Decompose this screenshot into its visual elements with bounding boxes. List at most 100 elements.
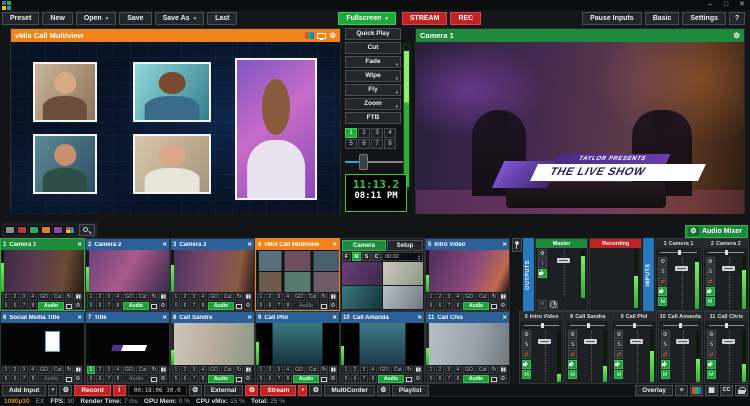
input-thumbnail[interactable] (256, 323, 339, 365)
stinger-5-button[interactable]: 5 (345, 139, 357, 149)
layer-2-button[interactable]: 2 (266, 366, 274, 374)
input-header[interactable]: 2 Camera 2 ✕ (86, 239, 169, 250)
record-settings-gear-icon[interactable]: ⚙ (59, 385, 72, 396)
volume-fader[interactable] (580, 331, 601, 381)
chevron-down-icon[interactable]: ▾ (396, 60, 398, 70)
input-header[interactable]: 5 Intro Video ✕ (426, 239, 509, 250)
layer-3-button[interactable]: 3 (275, 366, 283, 374)
layer-6-button[interactable]: 6 (436, 302, 444, 310)
mode-m-button[interactable]: M (352, 252, 361, 261)
mute-button[interactable]: M (706, 297, 715, 306)
pan-handle[interactable] (587, 323, 590, 328)
volume-fader[interactable] (534, 331, 555, 381)
playlist-settings-gear-icon[interactable]: ⚙ (377, 385, 390, 396)
cut-button[interactable]: Cut (345, 42, 401, 54)
layer-1-button[interactable]: 1 (427, 293, 435, 301)
layer-6-button[interactable]: 6 (266, 302, 274, 310)
go-button[interactable]: GO (208, 293, 221, 301)
layer-7-button[interactable]: 7 (20, 302, 28, 310)
volume-fader[interactable] (670, 258, 692, 308)
pause-icon[interactable]: ▮▮ (74, 293, 82, 301)
speaker-icon[interactable] (661, 360, 670, 369)
layer-6-button[interactable]: 6 (96, 302, 104, 310)
fader-handle[interactable] (584, 339, 597, 344)
layer-8-button[interactable]: 8 (29, 375, 37, 383)
layer-3-button[interactable]: 3 (275, 293, 283, 301)
layer-7-button[interactable]: 7 (105, 375, 113, 383)
mode-c-button[interactable]: C (372, 252, 381, 261)
loop-icon[interactable]: ↻ (235, 366, 243, 374)
monitor-icon[interactable] (150, 302, 158, 310)
basic-button[interactable]: Basic (645, 12, 680, 25)
speaker-icon[interactable] (568, 360, 577, 369)
pan-slider[interactable] (663, 322, 698, 329)
solo-button[interactable]: S (614, 340, 623, 349)
layer-3-button[interactable]: 3 (105, 366, 113, 374)
loop-icon[interactable]: ↻ (490, 366, 498, 374)
layer-4-button[interactable]: 4 (114, 366, 122, 374)
close-input-icon[interactable]: ✕ (247, 315, 252, 321)
input-tile[interactable]: 7 Title ✕ 1 2 3 4 GO C (85, 311, 170, 384)
layer-8-button[interactable]: 8 (114, 375, 122, 383)
monitor-icon[interactable] (490, 375, 498, 383)
search-button[interactable] (79, 224, 95, 236)
layer-4-button[interactable]: 4 (199, 293, 207, 301)
gear-icon[interactable]: ⚙ (499, 375, 507, 383)
pan-handle[interactable] (725, 323, 728, 328)
monitor-icon[interactable] (235, 302, 243, 310)
layer-5-button[interactable]: 5 (427, 375, 435, 383)
gear-icon[interactable]: ⚙ (74, 302, 82, 310)
layer-7-button[interactable]: 7 (105, 302, 113, 310)
zoom-button[interactable]: Zoom▾ (345, 98, 401, 110)
go-button[interactable]: GO (293, 366, 306, 374)
stream-settings-gear-icon[interactable]: ⚙ (245, 385, 258, 396)
input-header[interactable]: 11 Call Chis ✕ (426, 312, 509, 323)
monitor-icon[interactable] (405, 375, 413, 383)
layer-5-button[interactable]: 5 (257, 302, 265, 310)
pan-slider[interactable] (570, 322, 605, 329)
audio-toggle-button[interactable]: Audio (293, 302, 319, 310)
external-button[interactable]: External (204, 385, 244, 396)
gear-icon[interactable]: ⚙ (74, 375, 82, 383)
chevron-down-icon[interactable]: ▾ (194, 16, 197, 22)
fader-handle[interactable] (676, 339, 689, 344)
stinger-8-button[interactable]: 8 (384, 139, 396, 149)
bus-send-icon[interactable]: ⇄ (707, 350, 716, 359)
stinger-2-button[interactable]: 2 (358, 128, 370, 138)
gear-icon[interactable]: ⚙ (658, 257, 667, 266)
input-thumbnail[interactable] (341, 323, 424, 365)
layer-8-button[interactable]: 8 (284, 302, 292, 310)
layer-2-button[interactable]: 2 (436, 366, 444, 374)
quick-cut-button[interactable]: Cut (476, 293, 489, 301)
mute-button[interactable]: M (614, 370, 623, 379)
maximize-button[interactable]: □ (718, 0, 734, 10)
layer-6-button[interactable]: 6 (436, 375, 444, 383)
monitor-icon[interactable] (65, 302, 73, 310)
solo-button[interactable]: S (658, 267, 667, 276)
layer-4-button[interactable]: 4 (454, 366, 462, 374)
layer-1-button[interactable]: 1 (87, 293, 95, 301)
record-button[interactable]: Record (74, 385, 110, 396)
layer-5-button[interactable]: 5 (172, 375, 180, 383)
layer-7-button[interactable]: 7 (275, 375, 283, 383)
headphone-volume-knob[interactable] (549, 300, 558, 309)
layer-4-button[interactable]: 4 (369, 366, 377, 374)
speaker-icon[interactable] (522, 360, 531, 369)
volume-fader[interactable] (719, 331, 740, 381)
quick-cut-button[interactable]: Cut (476, 366, 489, 374)
input-tile[interactable]: 8 Call Sandra ✕ 1 2 3 4 GO (170, 311, 255, 384)
save-button[interactable]: Save (119, 12, 151, 25)
layer-8-button[interactable]: 8 (199, 375, 207, 383)
fullscreen-button[interactable]: Fullscreen▾ (338, 12, 396, 25)
loop-icon[interactable]: ↻ (405, 366, 413, 374)
input-tile[interactable]: 9 Call Phil ✕ 1 2 3 4 GO (255, 311, 340, 384)
input-thumbnail[interactable] (171, 323, 254, 365)
layer-5-button[interactable]: 5 (2, 302, 10, 310)
filter-green-swatch[interactable] (29, 226, 39, 234)
bus-send-icon[interactable]: ⇄ (614, 350, 623, 359)
gear-icon[interactable]: ⚙ (706, 257, 715, 266)
input-tile[interactable]: 3 Camera 3 ✕ 1 2 3 4 GO (170, 238, 255, 311)
quick-cut-button[interactable]: Cut (306, 293, 319, 301)
setup-button[interactable]: Setup (387, 240, 423, 251)
pan-slider[interactable] (524, 322, 559, 329)
